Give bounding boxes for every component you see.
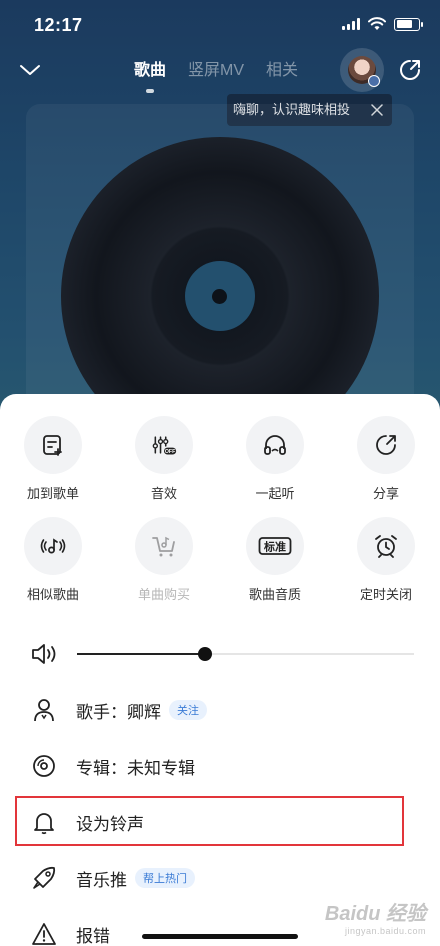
promote-tag[interactable]: 帮上热门 [135,868,195,888]
action-label: 相似歌曲 [26,587,79,602]
status-bar: 12:17 [0,0,440,48]
action-share[interactable]: 分享 [336,416,436,502]
singer-icon [34,699,54,722]
follow-tag[interactable]: 关注 [169,700,207,720]
action-label: 单曲购买 [137,587,190,602]
speaker-icon [32,644,56,664]
volume-knob[interactable] [198,647,213,661]
buy-song-icon [152,536,175,557]
share-arrow-icon[interactable] [398,58,422,82]
collapse-chevron-icon[interactable] [18,58,42,82]
tab-song[interactable]: 歌曲 [134,56,166,93]
promote-label: 音乐推 [76,870,127,890]
volume-slider[interactable] [77,647,414,661]
singer-label: 歌手：卿辉 [76,702,161,722]
add-to-playlist-icon [43,435,62,456]
avatar [348,56,380,87]
action-sound-effect[interactable]: OFF 音效 [114,416,214,502]
quality-icon: 标准 [258,537,292,555]
action-sleep-timer[interactable]: 定时关闭 [336,517,436,603]
headphones-icon [264,435,286,455]
status-icons [342,17,423,31]
alarm-clock-icon [375,535,397,558]
equalizer-badge: OFF [165,449,175,455]
row-album[interactable]: 专辑：未知专辑 [30,746,410,786]
action-buy-song[interactable]: 单曲购买 [114,517,214,603]
row-singer[interactable]: 歌手：卿辉 关注 [30,690,410,730]
player-top-nav: 歌曲 竖屏MV 相关 [0,48,440,93]
volume-control [30,640,414,668]
ringtone-highlight-box [15,796,404,846]
action-label: 一起听 [255,486,295,501]
action-label: 音效 [150,486,177,501]
share-icon [376,435,396,455]
action-label: 加到歌单 [26,486,79,501]
equalizer-icon: OFF [152,436,177,455]
more-options-sheet: 加到歌单 OFF 音效 一起听 分享 相似歌曲 单曲购买 标准 歌曲音质 定时关… [0,394,440,946]
row-music-promote[interactable]: 音乐推 帮上热门 [30,858,410,898]
warning-icon [32,923,56,945]
wifi-icon [368,17,386,30]
battery-icon [394,17,423,31]
tab-vertical-mv[interactable]: 竖屏MV [188,56,244,80]
status-time: 12:17 [34,15,83,35]
similar-songs-icon [40,538,66,554]
avatar-badge-icon [368,75,380,87]
report-label: 报错 [76,926,110,946]
action-label: 分享 [372,486,399,501]
action-listen-together[interactable]: 一起听 [225,416,325,502]
action-label: 歌曲音质 [248,587,301,602]
cellular-signal-icon [342,18,360,30]
vinyl-spindle-hole [212,289,227,304]
home-indicator[interactable] [142,934,298,939]
action-label: 定时关闭 [359,587,412,602]
watermark-logo: Baidu 经验 jingyan.baidu.com [324,903,426,936]
player-tabs: 歌曲 竖屏MV 相关 [134,56,298,93]
action-similar-songs[interactable]: 相似歌曲 [3,517,103,603]
rocket-icon [33,866,56,889]
album-disc-icon [33,755,55,777]
album-label: 专辑：未知专辑 [76,758,195,778]
volume-fill [77,653,206,655]
tab-related[interactable]: 相关 [266,56,298,80]
chat-avatar-button[interactable] [340,48,384,92]
quality-badge: 标准 [263,540,286,554]
action-song-quality[interactable]: 标准 歌曲音质 [225,517,325,603]
action-add-to-playlist[interactable]: 加到歌单 [3,416,103,502]
